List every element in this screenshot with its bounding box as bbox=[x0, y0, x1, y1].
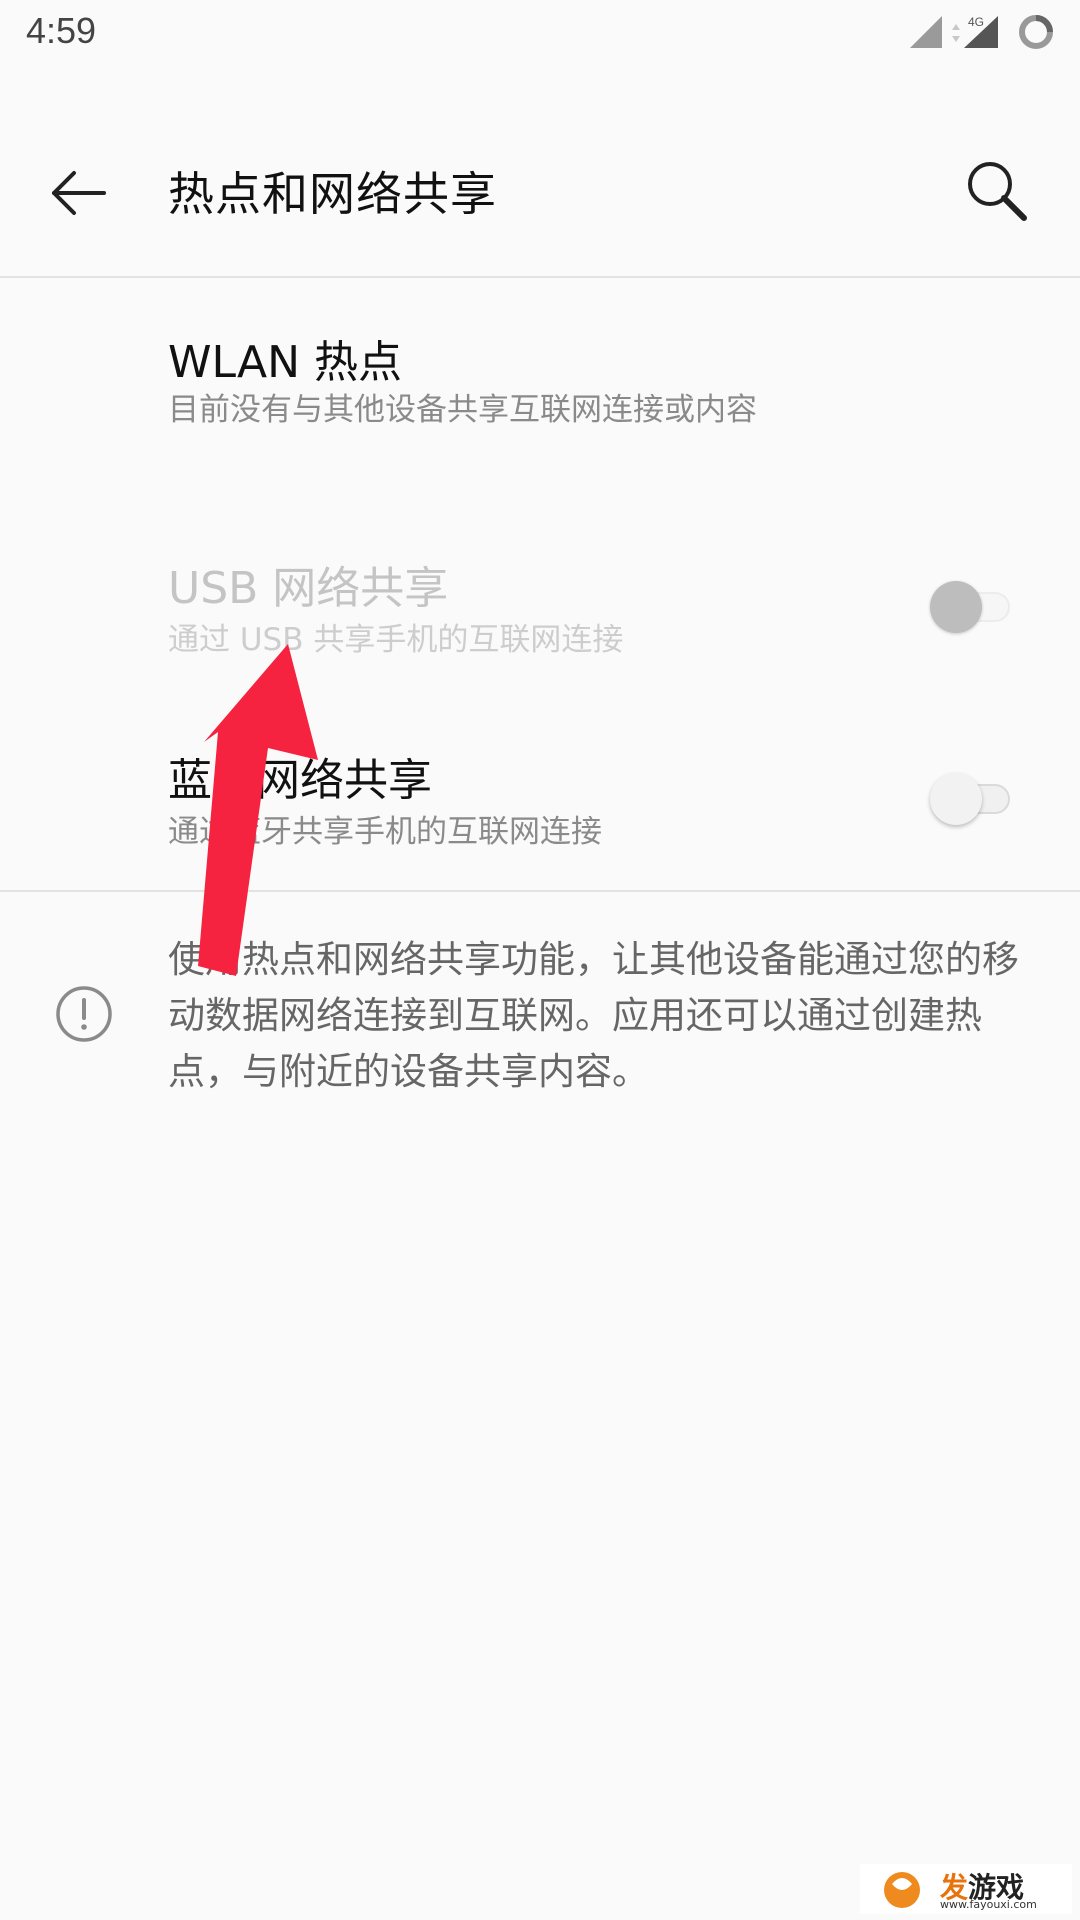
status-bar: 4:59 4G bbox=[0, 0, 1080, 64]
search-icon bbox=[968, 162, 1027, 221]
wlan-hotspot-subtitle: 目前没有与其他设备共享互联网连接或内容 bbox=[168, 392, 757, 428]
app-bar: 热点和网络共享 bbox=[0, 120, 1080, 276]
watermark-url: www.fayouxi.com bbox=[940, 1898, 1037, 1911]
section-divider bbox=[0, 890, 1080, 892]
appbar-divider bbox=[0, 276, 1080, 278]
status-time: 4:59 bbox=[26, 10, 97, 51]
list-item-wlan-hotspot[interactable]: WLAN 热点 目前没有与其他设备共享互联网连接或内容 bbox=[0, 320, 1080, 450]
list-item-usb-tethering: USB 网络共享 通过 USB 共享手机的互联网连接 bbox=[0, 552, 1080, 672]
usb-tethering-title: USB 网络共享 bbox=[168, 563, 449, 614]
wlan-hotspot-title: WLAN 热点 bbox=[168, 337, 403, 388]
usb-tethering-toggle bbox=[930, 576, 1018, 636]
bluetooth-tethering-toggle[interactable] bbox=[930, 768, 1018, 828]
signal-sim2-icon: 4G bbox=[964, 15, 998, 48]
usb-tethering-subtitle: 通过 USB 共享手机的互联网连接 bbox=[168, 622, 624, 658]
toggle-thumb bbox=[930, 773, 982, 825]
watermark: 发游戏 www.fayouxi.com bbox=[860, 1864, 1072, 1914]
list-item-bluetooth-tethering[interactable]: 蓝牙网络共享 通过蓝牙共享手机的互联网连接 bbox=[0, 744, 1080, 864]
network-type-label: 4G bbox=[968, 15, 984, 29]
info-icon bbox=[54, 984, 114, 1044]
data-activity-icon bbox=[952, 24, 960, 42]
arrow-left-icon bbox=[52, 171, 106, 215]
page-title: 热点和网络共享 bbox=[168, 167, 497, 221]
back-button[interactable] bbox=[46, 160, 112, 226]
info-description: 使用热点和网络共享功能，让其他设备能通过您的移动数据网络连接到互联网。应用还可以… bbox=[168, 938, 1019, 1093]
watermark-logo-icon bbox=[884, 1872, 920, 1908]
search-button[interactable] bbox=[960, 154, 1036, 230]
battery-ring-icon bbox=[1019, 15, 1053, 49]
bluetooth-tethering-title: 蓝牙网络共享 bbox=[168, 755, 432, 806]
signal-sim1-icon bbox=[910, 16, 942, 48]
status-icons: 4G bbox=[906, 12, 1056, 52]
bluetooth-tethering-subtitle: 通过蓝牙共享手机的互联网连接 bbox=[168, 814, 602, 850]
toggle-thumb bbox=[930, 581, 982, 633]
